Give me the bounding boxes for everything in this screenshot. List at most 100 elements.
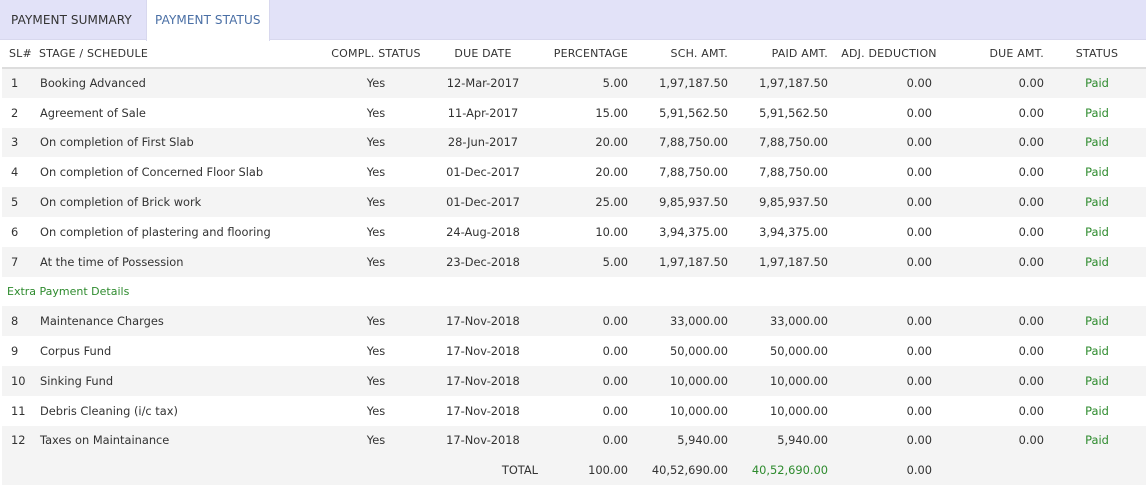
cell-compl-status: Yes (324, 187, 428, 217)
status-badge: Paid (1048, 425, 1146, 456)
cell-percentage: 15.00 (538, 97, 630, 128)
cell-stage: Agreement of Sale (36, 97, 324, 128)
status-badge: Paid (1048, 365, 1146, 396)
cell-percentage: 5.00 (538, 68, 630, 98)
total-label: TOTAL (428, 455, 538, 485)
cell-sch-amt: 1,97,187.50 (630, 246, 730, 277)
extra-payment-section-label: Extra Payment Details (2, 276, 1146, 307)
header-adj-deduction: ADJ. DEDUCTION (830, 40, 948, 69)
status-badge: Paid (1048, 306, 1146, 337)
total-paid-amt: 40,52,690.00 (730, 455, 830, 485)
cell-paid-amt: 5,940.00 (730, 425, 830, 456)
table-row: 12 Taxes on Maintainance Yes 17-Nov-2018… (2, 425, 1146, 456)
cell-sl: 5 (2, 187, 36, 217)
cell-paid-amt: 1,97,187.50 (730, 246, 830, 277)
cell-paid-amt: 10,000.00 (730, 395, 830, 426)
status-badge: Paid (1048, 187, 1146, 217)
cell-paid-amt: 10,000.00 (730, 365, 830, 396)
cell-sl: 2 (2, 97, 36, 128)
header-sl: SL# (2, 40, 36, 69)
cell-sch-amt: 10,000.00 (630, 395, 730, 426)
header-percentage: PERCENTAGE (538, 40, 630, 69)
cell-sl: 12 (2, 425, 36, 456)
cell-adj-deduction: 0.00 (830, 395, 948, 426)
cell-due-date: 12-Mar-2017 (428, 68, 538, 98)
cell-due-date: 11-Apr-2017 (428, 97, 538, 128)
cell-due-date: 17-Nov-2018 (428, 425, 538, 456)
header-status: STATUS (1048, 40, 1146, 69)
cell-due-date: 28-Jun-2017 (428, 127, 538, 158)
cell-adj-deduction: 0.00 (830, 306, 948, 337)
cell-stage: Debris Cleaning (i/c tax) (36, 395, 324, 426)
total-percentage: 100.00 (538, 455, 630, 485)
cell-stage: On completion of First Slab (36, 127, 324, 158)
cell-compl-status: Yes (324, 246, 428, 277)
cell-stage: Sinking Fund (36, 365, 324, 396)
tab-payment-status[interactable]: PAYMENT STATUS (146, 0, 270, 41)
cell-adj-deduction: 0.00 (830, 127, 948, 158)
table-header-row: SL# STAGE / SCHEDULE COMPL. STATUS DUE D… (2, 40, 1146, 69)
cell-paid-amt: 5,91,562.50 (730, 97, 830, 128)
cell-stage: Taxes on Maintainance (36, 425, 324, 456)
cell-percentage: 20.00 (538, 127, 630, 158)
cell-due-date: 17-Nov-2018 (428, 306, 538, 337)
header-compl-status: COMPL. STATUS (324, 40, 428, 69)
table-row: 2 Agreement of Sale Yes 11-Apr-2017 15.0… (2, 97, 1146, 128)
cell-adj-deduction: 0.00 (830, 336, 948, 366)
cell-sl: 11 (2, 395, 36, 426)
cell-due-date: 17-Nov-2018 (428, 336, 538, 366)
total-cell-empty (2, 455, 36, 485)
header-due-amt: DUE AMT. (948, 40, 1048, 69)
cell-sch-amt: 33,000.00 (630, 306, 730, 337)
status-badge: Paid (1048, 216, 1146, 247)
cell-sch-amt: 5,91,562.50 (630, 97, 730, 128)
cell-due-date: 17-Nov-2018 (428, 365, 538, 396)
cell-adj-deduction: 0.00 (830, 157, 948, 188)
cell-sch-amt: 3,94,375.00 (630, 216, 730, 247)
cell-due-date: 17-Nov-2018 (428, 395, 538, 426)
cell-adj-deduction: 0.00 (830, 97, 948, 128)
cell-due-date: 01-Dec-2017 (428, 157, 538, 188)
table-row: 3 On completion of First Slab Yes 28-Jun… (2, 127, 1146, 158)
cell-due-date: 23-Dec-2018 (428, 246, 538, 277)
cell-percentage: 5.00 (538, 246, 630, 277)
cell-compl-status: Yes (324, 395, 428, 426)
cell-due-date: 01-Dec-2017 (428, 187, 538, 217)
table-row: 11 Debris Cleaning (i/c tax) Yes 17-Nov-… (2, 395, 1146, 426)
total-row: TOTAL 100.00 40,52,690.00 40,52,690.00 0… (2, 455, 1146, 485)
cell-percentage: 0.00 (538, 336, 630, 366)
tab-payment-summary[interactable]: PAYMENT SUMMARY (0, 0, 143, 40)
cell-adj-deduction: 0.00 (830, 425, 948, 456)
header-stage: STAGE / SCHEDULE (36, 40, 324, 69)
table-row: 8 Maintenance Charges Yes 17-Nov-2018 0.… (2, 306, 1146, 337)
total-cell-empty (948, 455, 1048, 485)
total-sch-amt: 40,52,690.00 (630, 455, 730, 485)
cell-due-amt: 0.00 (948, 395, 1048, 426)
cell-stage: On completion of plastering and flooring (36, 216, 324, 247)
cell-sl: 3 (2, 127, 36, 158)
total-cell-empty (36, 455, 324, 485)
cell-due-amt: 0.00 (948, 306, 1048, 337)
cell-percentage: 25.00 (538, 187, 630, 217)
tab-bar: PAYMENT SUMMARY PAYMENT STATUS (0, 0, 1146, 41)
cell-due-amt: 0.00 (948, 336, 1048, 366)
cell-compl-status: Yes (324, 336, 428, 366)
cell-compl-status: Yes (324, 127, 428, 158)
cell-sch-amt: 9,85,937.50 (630, 187, 730, 217)
total-cell-empty (324, 455, 428, 485)
cell-sl: 6 (2, 216, 36, 247)
cell-paid-amt: 50,000.00 (730, 336, 830, 366)
cell-compl-status: Yes (324, 216, 428, 247)
status-badge: Paid (1048, 68, 1146, 98)
cell-adj-deduction: 0.00 (830, 187, 948, 217)
cell-stage: On completion of Brick work (36, 187, 324, 217)
cell-sl: 7 (2, 246, 36, 277)
cell-adj-deduction: 0.00 (830, 365, 948, 396)
status-badge: Paid (1048, 336, 1146, 366)
status-badge: Paid (1048, 127, 1146, 158)
cell-adj-deduction: 0.00 (830, 246, 948, 277)
cell-due-date: 24-Aug-2018 (428, 216, 538, 247)
header-paid-amt: PAID AMT. (730, 40, 830, 69)
cell-compl-status: Yes (324, 68, 428, 98)
cell-adj-deduction: 0.00 (830, 216, 948, 247)
